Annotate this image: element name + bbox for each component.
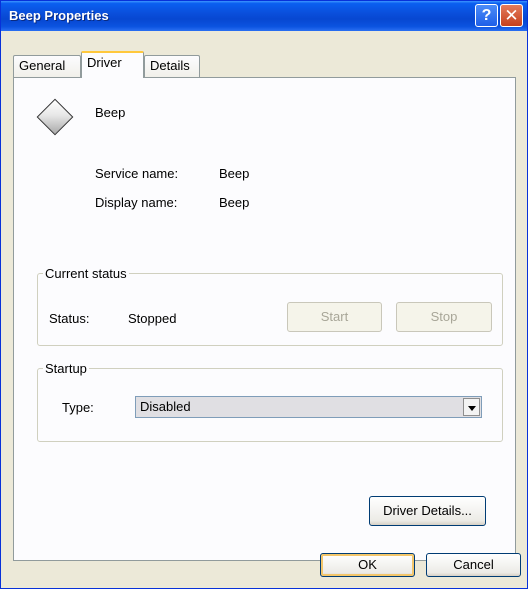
startup-type-select[interactable]: Disabled	[135, 396, 482, 418]
display-name-value: Beep	[219, 195, 250, 210]
driver-details-button[interactable]: Driver Details...	[369, 496, 486, 526]
help-button[interactable]: ?	[475, 4, 498, 27]
help-icon: ?	[481, 7, 492, 24]
ok-button[interactable]: OK	[320, 553, 415, 577]
startup-type-label: Type:	[62, 400, 94, 415]
driver-tab-panel: Beep Service name: Beep Display name: Be…	[13, 77, 516, 561]
close-icon: ✕	[504, 6, 519, 25]
device-icon	[36, 98, 74, 136]
status-label: Status:	[49, 311, 90, 326]
dropdown-arrow-icon[interactable]	[463, 398, 480, 416]
tab-general[interactable]: General	[13, 55, 81, 77]
properties-window: Beep Properties ? ✕ General Driver Detai…	[0, 0, 528, 589]
service-name-value: Beep	[219, 166, 250, 181]
tab-details[interactable]: Details	[144, 55, 200, 77]
device-name: Beep	[95, 105, 126, 120]
title-bar[interactable]: Beep Properties ? ✕	[1, 1, 527, 31]
status-value: Stopped	[128, 311, 177, 326]
close-button[interactable]: ✕	[500, 4, 523, 27]
window-title: Beep Properties	[9, 8, 109, 23]
display-name-label: Display name:	[95, 195, 178, 210]
start-button[interactable]: Start	[287, 302, 382, 332]
service-name-label: Service name:	[95, 166, 179, 181]
startup-type-value: Disabled	[140, 399, 191, 414]
startup-legend: Startup	[45, 361, 87, 376]
current-status-legend: Current status	[45, 266, 127, 281]
tab-driver[interactable]: Driver	[81, 51, 144, 78]
stop-button[interactable]: Stop	[396, 302, 492, 332]
cancel-button[interactable]: Cancel	[426, 553, 521, 577]
